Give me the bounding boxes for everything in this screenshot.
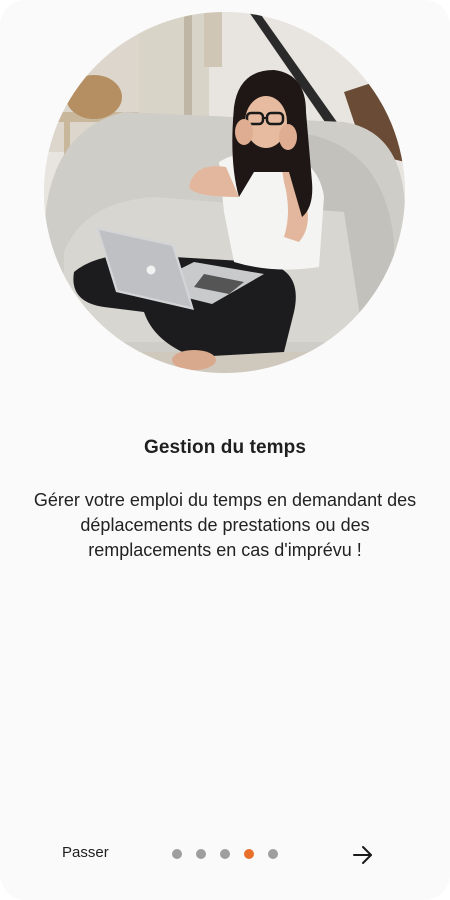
skip-button[interactable]: Passer: [62, 844, 109, 861]
page-dot-4-active[interactable]: [244, 849, 254, 859]
page-dot-1[interactable]: [172, 849, 182, 859]
page-dot-3[interactable]: [220, 849, 230, 859]
hero-photo: [44, 12, 405, 373]
page-description: Gérer votre emploi du temps en demandant…: [33, 490, 417, 560]
page-dot-2[interactable]: [196, 849, 206, 859]
page-title: Gestion du temps: [143, 437, 307, 458]
next-button[interactable]: [348, 840, 378, 870]
onboarding-screen: Gestion du temps Gérer votre emploi du t…: [0, 0, 450, 900]
page-dot-5[interactable]: [268, 849, 278, 859]
arrow-right-icon: [353, 846, 372, 864]
page-indicator: [172, 849, 278, 859]
